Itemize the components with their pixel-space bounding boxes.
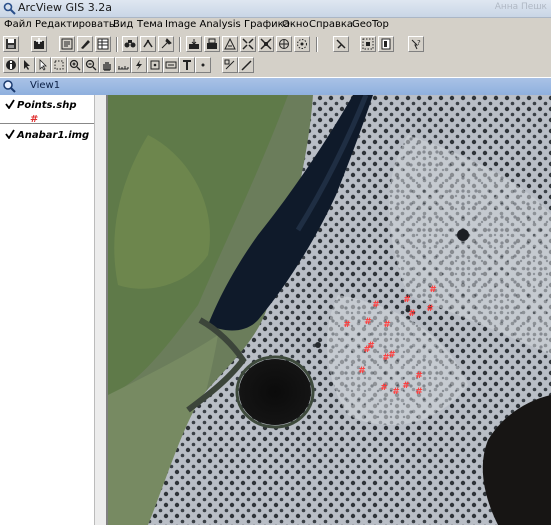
area-of-interest-icon[interactable] [147,57,163,73]
point-marker[interactable]: # [383,320,391,330]
point-marker[interactable]: # [343,320,351,330]
menu-bar: Файл Редактировать Вид Тема Image Analys… [0,18,551,34]
query-builder-icon[interactable] [158,36,174,52]
point-marker[interactable]: # [415,387,423,397]
edit-legend-icon[interactable] [77,36,93,52]
view-layout-icon[interactable] [378,36,394,52]
layer-name: Points.shp [17,100,77,111]
view-title-bar[interactable]: View1 [0,77,551,96]
identify-icon[interactable] [3,57,19,73]
menu-help[interactable]: Справка [309,19,353,30]
point-marker[interactable]: # [380,383,388,393]
checkmark-icon[interactable] [5,129,15,139]
point-marker[interactable]: # [429,285,437,295]
label-icon[interactable] [163,57,179,73]
draw-point-icon[interactable] [195,57,211,73]
layer-anabar[interactable]: Anabar1.img [5,129,89,141]
measure-icon[interactable] [115,57,131,73]
table-of-contents: Points.shp # Anabar1.img [0,95,108,525]
select-feature-icon[interactable] [51,57,67,73]
window-title: ArcView GIS 3.2a [18,1,112,14]
zoom-previous-icon[interactable] [276,36,292,52]
zoom-out-tool-icon[interactable] [83,57,99,73]
pan-icon[interactable] [99,57,115,73]
menu-view[interactable]: Вид [113,19,133,30]
point-marker[interactable]: # [364,317,372,327]
hotlink-icon[interactable] [131,57,147,73]
point-marker[interactable]: # [392,387,400,397]
layer-name: Anabar1.img [17,130,90,141]
menu-file[interactable]: Файл [4,19,32,30]
pointer-icon[interactable] [19,57,35,73]
point-marker[interactable]: # [402,381,410,391]
snap-icon[interactable] [222,57,238,73]
find-icon[interactable] [122,36,138,52]
point-marker[interactable]: # [358,366,366,376]
point-marker[interactable]: # [372,300,380,310]
zoom-to-themes-icon[interactable] [204,36,220,52]
text-tool-icon[interactable] [179,57,195,73]
line-tool-icon[interactable] [238,57,254,73]
view-icon [3,80,16,93]
toolbar-divider [179,37,181,52]
point-marker[interactable]: # [408,309,416,319]
toolbar-divider [116,37,118,52]
view-title: View1 [30,80,61,91]
zoom-to-selected-icon[interactable] [222,36,238,52]
menu-theme[interactable]: Тема [137,19,163,30]
point-marker[interactable]: # [426,304,434,314]
zoom-in-tool-icon[interactable] [67,57,83,73]
zoom-in-icon[interactable] [240,36,256,52]
clear-selection-icon[interactable] [333,36,349,52]
checkmark-icon[interactable] [5,99,15,109]
satellite-image: ################# # [108,95,551,525]
menu-edit[interactable]: Редактировать [35,19,115,30]
select-by-theme-icon[interactable] [294,36,310,52]
open-table-icon[interactable] [95,36,111,52]
point-marker[interactable]: # [403,295,411,305]
title-bar: ArcView GIS 3.2a Анна Пешк [0,0,551,18]
zoom-out-icon[interactable] [258,36,274,52]
point-marker[interactable]: # [367,341,375,351]
layout-icon[interactable] [360,36,376,52]
theme-properties-icon[interactable] [59,36,75,52]
add-theme-icon[interactable] [31,36,47,52]
layer-points[interactable]: Points.shp [5,99,77,111]
menu-image-analysis[interactable]: Image Analysis [165,19,241,30]
tool-bar [0,56,551,75]
zoom-full-icon[interactable] [186,36,202,52]
help-icon[interactable]: ? [408,36,424,52]
menu-window[interactable]: Окно [282,19,309,30]
point-marker[interactable]: # [415,371,423,381]
window-corner-text: Анна Пешк [494,2,547,12]
legend-symbol: # [30,114,39,125]
vertex-edit-icon[interactable] [35,57,51,73]
arcview-app-icon [3,2,16,15]
toolbar-divider [316,37,318,52]
map-canvas[interactable]: # # # # # # # # # # # # # # # # # # [108,95,551,525]
button-bar: ? [0,35,551,54]
menu-geotop[interactable]: GeoTop [352,19,389,30]
point-marker[interactable]: # [382,353,390,363]
toc-scrollbar[interactable] [94,95,106,525]
save-icon[interactable] [3,36,19,52]
svg-text:?: ? [417,39,421,47]
locate-address-icon[interactable] [140,36,156,52]
